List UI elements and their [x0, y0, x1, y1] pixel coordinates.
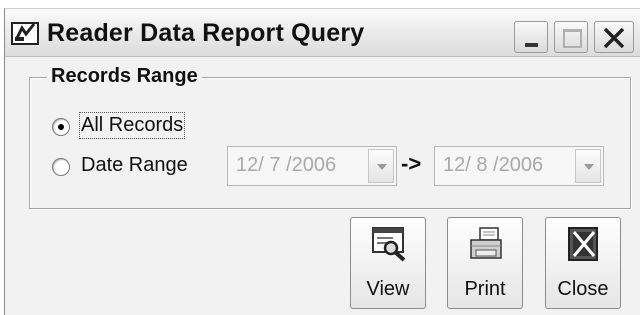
records-range-label: Records Range — [47, 65, 202, 88]
minimize-button[interactable] — [514, 21, 548, 53]
close-button[interactable]: Close — [545, 217, 621, 309]
all-records-radio[interactable] — [52, 118, 70, 136]
view-button[interactable]: View — [350, 217, 426, 309]
window-title: Reader Data Report Query — [47, 19, 365, 47]
close-icon — [603, 27, 625, 49]
range-arrow: -> — [401, 151, 422, 176]
date-range-radio[interactable] — [52, 158, 70, 176]
report-query-window: Reader Data Report Query Records Range A… — [4, 8, 640, 315]
date-to-value: 12/ 8 /2006 — [443, 154, 544, 176]
title-bar[interactable]: Reader Data Report Query — [5, 9, 640, 57]
date-from-value: 12/ 7 /2006 — [236, 154, 337, 176]
maximize-button[interactable] — [554, 21, 588, 53]
view-report-icon — [372, 227, 406, 262]
date-range-label[interactable]: Date Range — [81, 154, 188, 177]
all-records-label[interactable]: All Records — [78, 112, 186, 139]
chevron-down-icon[interactable] — [575, 149, 601, 183]
chevron-down-icon[interactable] — [368, 149, 394, 183]
close-door-icon — [568, 227, 598, 261]
printer-icon — [470, 227, 502, 259]
print-button-label: Print — [464, 278, 506, 300]
close-button-label: Close — [557, 278, 609, 300]
app-icon — [11, 22, 39, 45]
date-from-combo[interactable]: 12/ 7 /2006 — [227, 146, 397, 186]
view-button-label: View — [366, 278, 410, 300]
close-window-button[interactable] — [594, 21, 634, 53]
date-to-combo[interactable]: 12/ 8 /2006 — [434, 146, 604, 186]
print-button[interactable]: Print — [447, 217, 523, 309]
records-range-group — [29, 77, 631, 209]
